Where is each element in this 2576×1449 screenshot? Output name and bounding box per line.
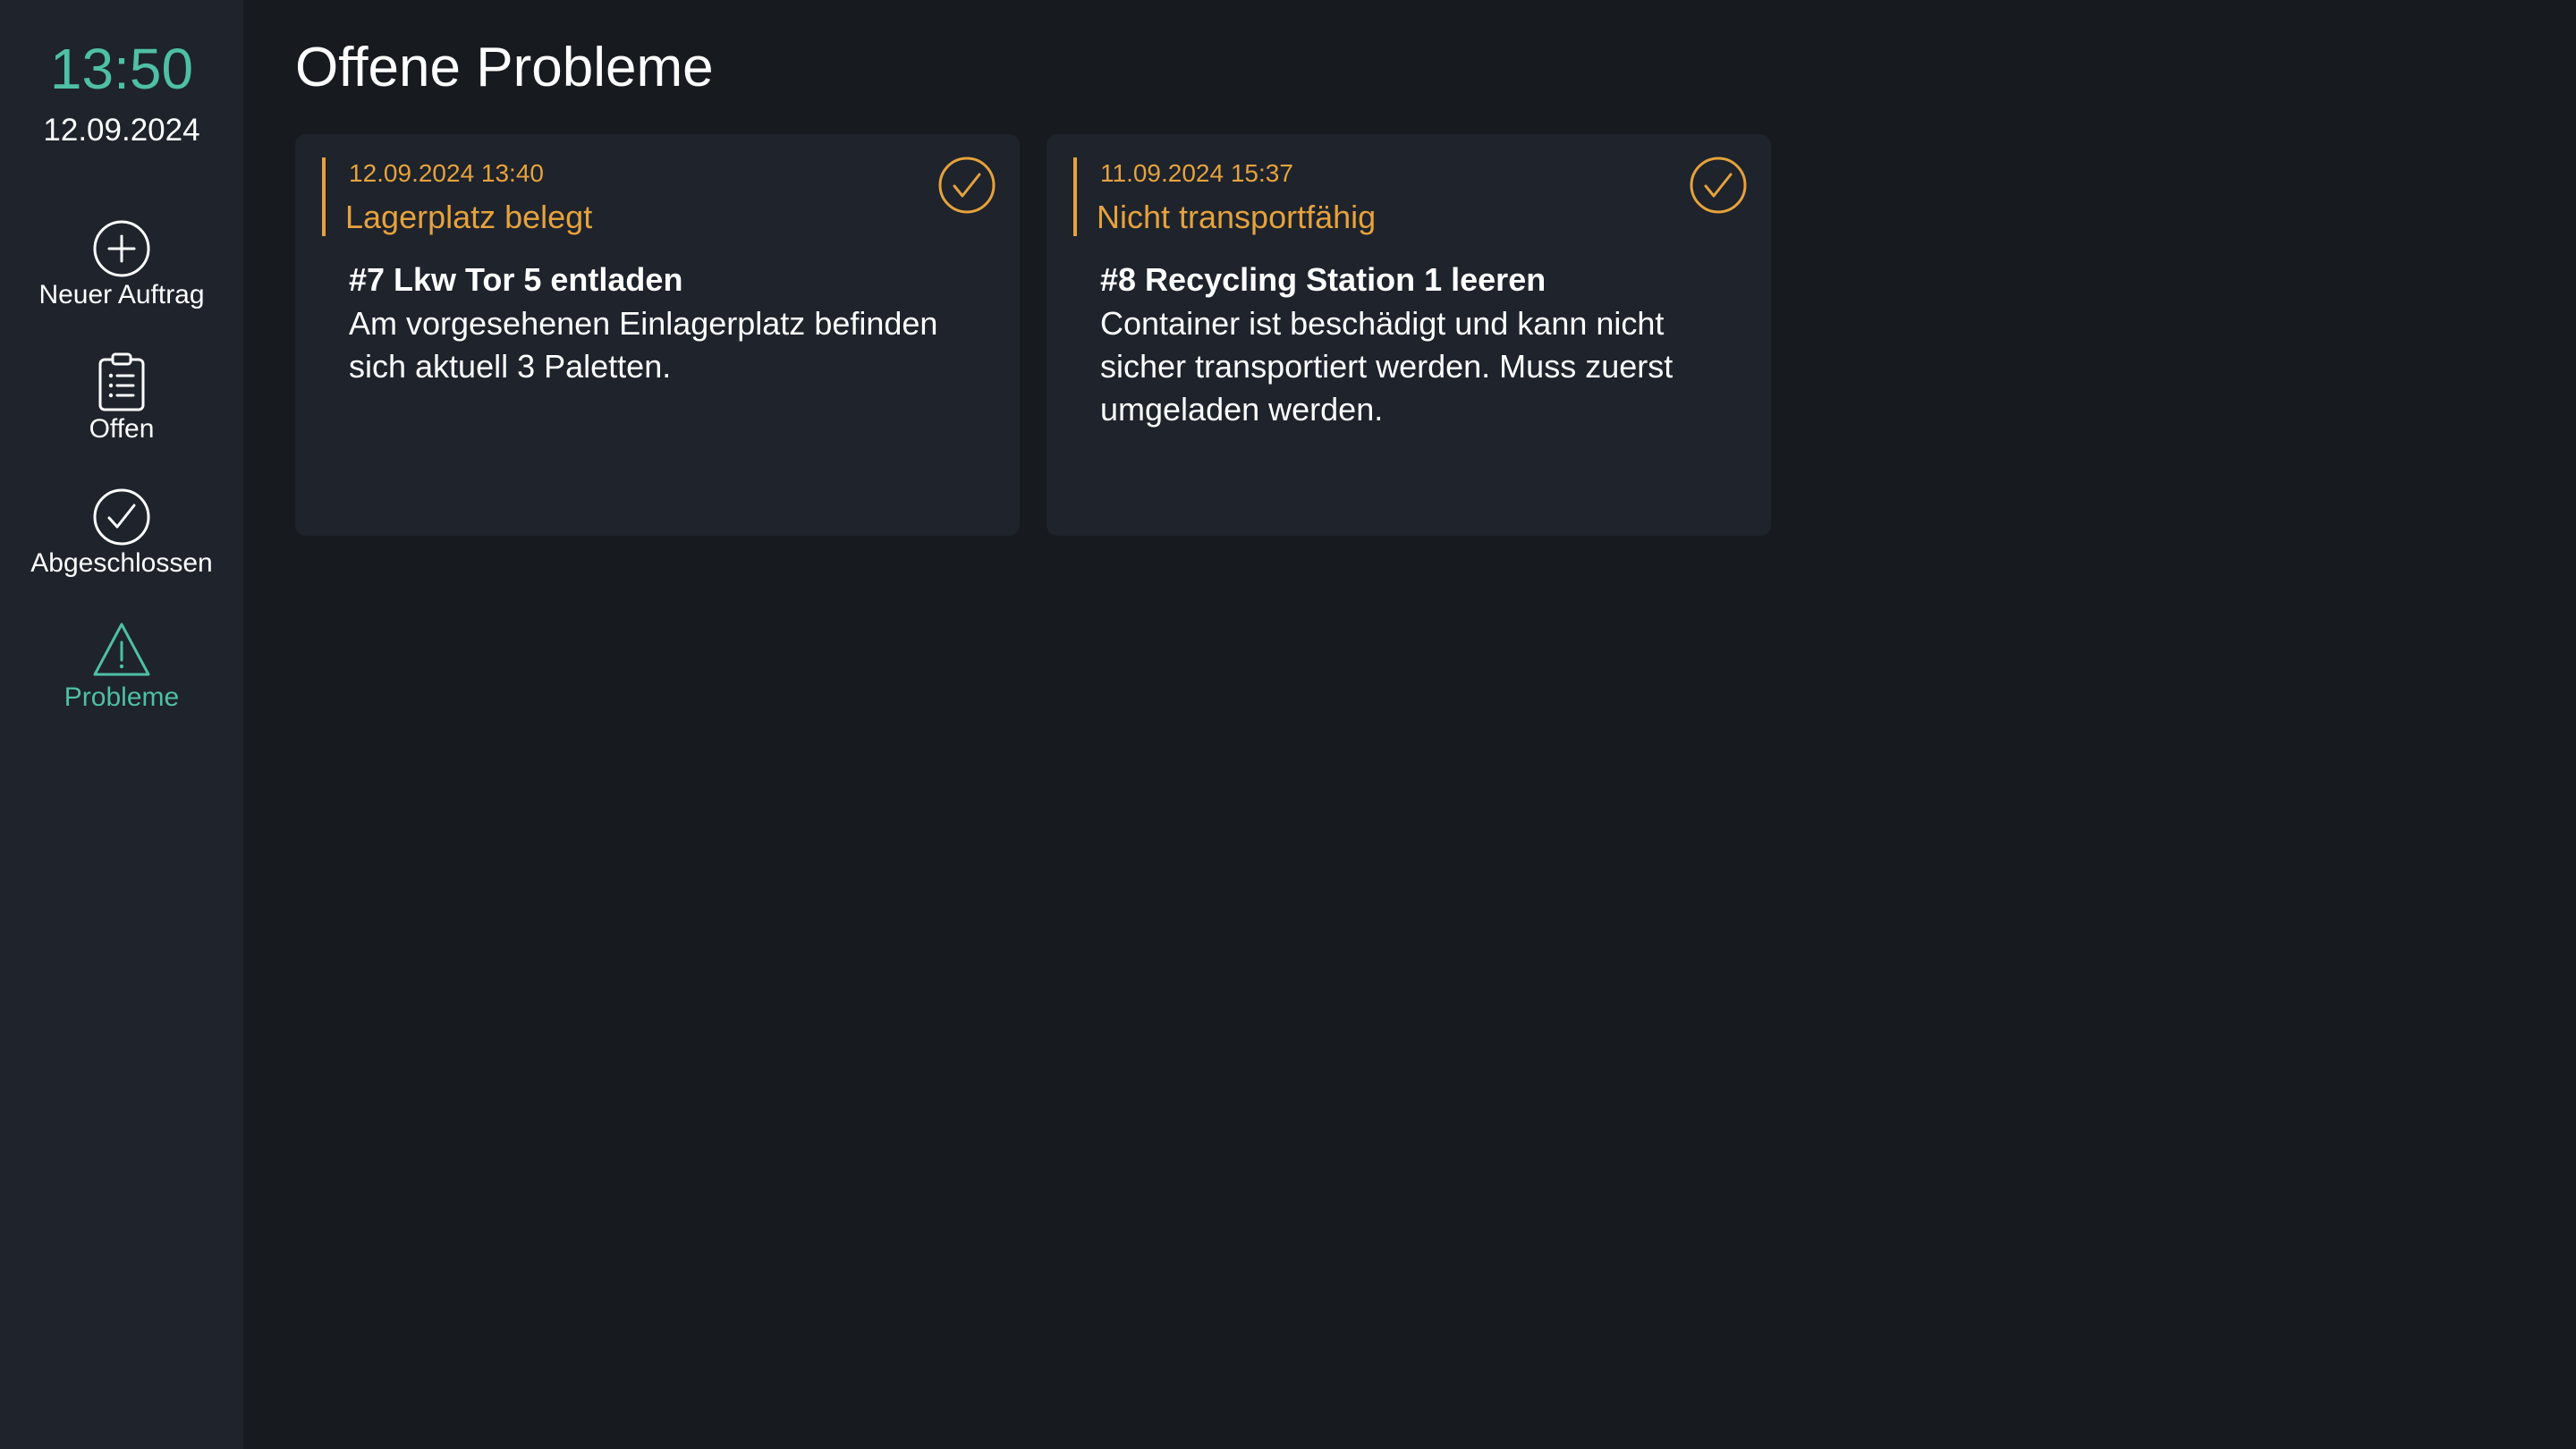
plus-circle-icon <box>93 220 150 277</box>
problem-type: Nicht transportfähig <box>1097 199 1377 235</box>
card-accent-bar <box>322 157 326 236</box>
problem-timestamp: 11.09.2024 15:37 <box>1100 159 1293 187</box>
resolve-problem-button[interactable] <box>937 156 996 215</box>
nav-item-label: Neuer Auftrag <box>38 280 205 309</box>
nav-item-new-order[interactable]: Neuer Auftrag <box>0 216 243 342</box>
nav-item-completed[interactable]: Abgeschlossen <box>0 485 243 610</box>
nav-item-problems[interactable]: Probleme <box>0 619 243 744</box>
warning-triangle-icon <box>93 623 150 676</box>
problem-card: 11.09.2024 15:37 Nicht transportfähig #8… <box>1046 134 1771 536</box>
nav-item-label: Offen <box>89 414 155 444</box>
order-title: #8 Recycling Station 1 leeren <box>1100 261 1546 298</box>
problem-timestamp: 12.09.2024 13:40 <box>349 159 544 187</box>
app: 13:50 12.09.2024 Neuer Auftrag Offen Abg… <box>0 0 2576 1449</box>
problem-type: Lagerplatz belegt <box>345 199 593 235</box>
clock-time: 13:50 <box>49 37 194 101</box>
nav-item-open[interactable]: Offen <box>0 351 243 476</box>
check-circle-icon <box>1690 157 1747 214</box>
problem-description: Container ist beschädigt und kann nicht … <box>1100 305 1674 428</box>
clipboard-list-icon <box>98 352 145 411</box>
check-circle-icon <box>93 488 150 546</box>
sidebar: 13:50 12.09.2024 Neuer Auftrag Offen Abg… <box>0 0 243 1449</box>
page-title: Offene Probleme <box>295 37 714 98</box>
resolve-problem-button[interactable] <box>1689 156 1748 215</box>
nav-item-label: Abgeschlossen <box>30 548 213 578</box>
order-title: #7 Lkw Tor 5 entladen <box>349 261 683 298</box>
problem-description: Am vorgesehenen Einlagerplatz befinden s… <box>349 305 938 385</box>
clock-date: 12.09.2024 <box>43 113 200 148</box>
problem-card: 12.09.2024 13:40 Lagerplatz belegt #7 Lk… <box>295 134 1020 536</box>
card-accent-bar <box>1073 157 1077 236</box>
nav-item-label: Probleme <box>64 682 180 712</box>
check-circle-icon <box>938 157 996 214</box>
